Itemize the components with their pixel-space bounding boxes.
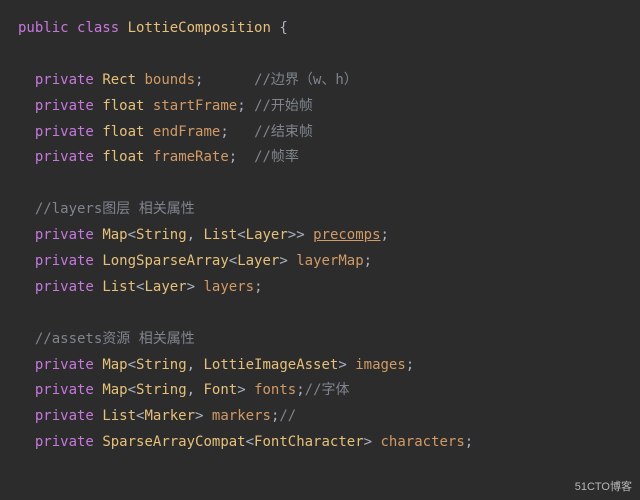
code-line: //layers图层 相关属性 xyxy=(18,197,622,223)
field-markers: markers xyxy=(212,408,271,424)
field-layers: layers xyxy=(204,279,255,295)
keyword-private: private xyxy=(35,357,94,373)
type-Map: Map xyxy=(102,357,127,373)
comment: //字体 xyxy=(305,382,350,398)
keyword-private: private xyxy=(35,72,94,88)
code-line: private List<Marker> markers;// xyxy=(18,404,622,430)
brace: { xyxy=(271,20,288,36)
keyword-class: class xyxy=(77,20,119,36)
keyword-private: private xyxy=(35,279,94,295)
comment: //layers图层 相关属性 xyxy=(35,201,195,217)
type-SparseArrayCompat: SparseArrayCompat xyxy=(102,434,245,450)
keyword-private: private xyxy=(35,408,94,424)
field-fonts: fonts xyxy=(254,382,296,398)
code-line: private Map<String, List<Layer>> precomp… xyxy=(18,223,622,249)
watermark-text: 51CTO博客 xyxy=(575,478,632,494)
type-float: float xyxy=(102,149,144,165)
type-float: float xyxy=(102,98,144,114)
comment: // xyxy=(279,408,296,424)
type-List: List xyxy=(102,279,136,295)
keyword-private: private xyxy=(35,382,94,398)
code-line: private float frameRate; //帧率 xyxy=(18,145,622,171)
keyword-private: private xyxy=(35,124,94,140)
field-endFrame: endFrame xyxy=(153,124,220,140)
code-line: private Map<String, Font> fonts;//字体 xyxy=(18,378,622,404)
comment: //开始帧 xyxy=(254,98,313,114)
type-Map: Map xyxy=(102,382,127,398)
code-line: private LongSparseArray<Layer> layerMap; xyxy=(18,249,622,275)
keyword-private: private xyxy=(35,98,94,114)
blank-line xyxy=(18,301,622,327)
code-line: //assets资源 相关属性 xyxy=(18,327,622,353)
keyword-private: private xyxy=(35,149,94,165)
code-line: private Map<String, LottieImageAsset> im… xyxy=(18,353,622,379)
comment: //assets资源 相关属性 xyxy=(35,331,195,347)
field-precomps: precomps xyxy=(313,227,380,243)
keyword-private: private xyxy=(35,227,94,243)
code-snippet: public class LottieComposition { private… xyxy=(0,0,640,472)
code-line: private List<Layer> layers; xyxy=(18,275,622,301)
field-layerMap: layerMap xyxy=(296,253,363,269)
field-bounds: bounds xyxy=(144,72,195,88)
keyword-public: public xyxy=(18,20,69,36)
blank-line xyxy=(18,171,622,197)
code-line: private SparseArrayCompat<FontCharacter>… xyxy=(18,430,622,456)
comment: //帧率 xyxy=(254,149,299,165)
type-List: List xyxy=(102,408,136,424)
class-name: LottieComposition xyxy=(128,20,271,36)
code-line: public class LottieComposition { xyxy=(18,16,622,42)
type-Rect: Rect xyxy=(102,72,136,88)
field-startFrame: startFrame xyxy=(153,98,237,114)
field-frameRate: frameRate xyxy=(153,149,229,165)
code-line: private float endFrame; //结束帧 xyxy=(18,120,622,146)
code-line: private Rect bounds; //边界（w、h） xyxy=(18,68,622,94)
type-LongSparseArray: LongSparseArray xyxy=(102,253,228,269)
keyword-private: private xyxy=(35,253,94,269)
type-float: float xyxy=(102,124,144,140)
comment: //边界（w、h） xyxy=(254,72,358,88)
field-images: images xyxy=(355,357,406,373)
blank-line xyxy=(18,42,622,68)
code-line: private float startFrame; //开始帧 xyxy=(18,94,622,120)
keyword-private: private xyxy=(35,434,94,450)
type-Map: Map xyxy=(102,227,127,243)
field-characters: characters xyxy=(381,434,465,450)
comment: //结束帧 xyxy=(254,124,313,140)
